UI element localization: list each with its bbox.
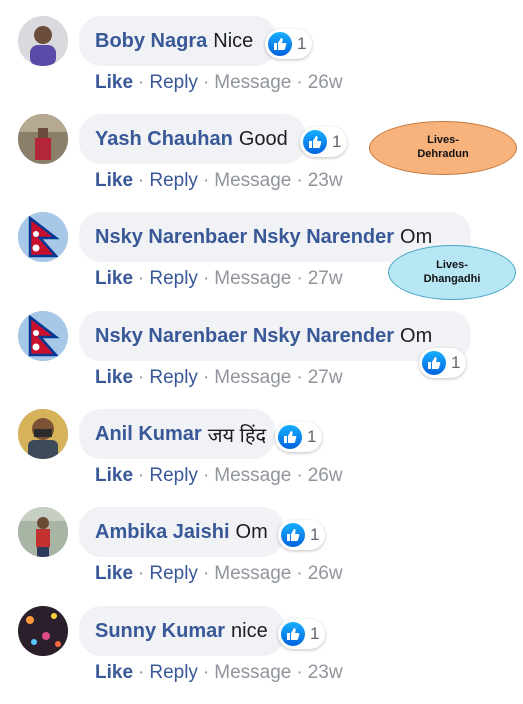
- message-link[interactable]: Message: [214, 170, 291, 191]
- thumbs-up-icon: [278, 425, 302, 449]
- comment-text: nice: [231, 619, 268, 642]
- comment-bubble: Sunny Kumar nice: [79, 606, 285, 656]
- avatar[interactable]: [18, 606, 68, 656]
- reply-link[interactable]: Reply: [149, 563, 198, 584]
- annotation-line: Dhangadhi: [423, 272, 481, 285]
- thumbs-up-icon: [422, 351, 446, 375]
- annotation-line: Lives-: [427, 134, 459, 147]
- reaction-count[interactable]: 1: [419, 348, 467, 378]
- avatar-photo: [18, 114, 68, 164]
- like-link[interactable]: Like: [95, 268, 133, 289]
- reply-link[interactable]: Reply: [149, 268, 198, 289]
- reaction-number: 1: [310, 525, 320, 544]
- comment: Nsky Narenbaer Nsky Narender Om 1 Like · R…: [0, 311, 523, 409]
- thumbs-up-icon: [268, 32, 292, 56]
- location-annotation-dehradun: Lives- Dehradun: [369, 121, 517, 175]
- reply-link[interactable]: Reply: [149, 465, 198, 486]
- timestamp[interactable]: 26w: [308, 563, 343, 584]
- nepal-flag-icon: [18, 311, 68, 361]
- reaction-count[interactable]: 1: [300, 127, 348, 157]
- annotation-line: Dehradun: [417, 148, 469, 160]
- comment-author[interactable]: Nsky Narenbaer Nsky Narender: [95, 325, 394, 348]
- message-link[interactable]: Message: [214, 367, 291, 388]
- reaction-number: 1: [307, 427, 317, 446]
- like-link[interactable]: Like: [95, 72, 133, 93]
- comment-text: Good: [238, 127, 288, 150]
- comment-text: जय हिंद: [207, 424, 267, 447]
- reaction-count[interactable]: 1: [265, 29, 313, 59]
- reaction-count[interactable]: 1: [278, 520, 326, 550]
- avatar[interactable]: [18, 507, 68, 557]
- avatar[interactable]: [18, 409, 68, 459]
- timestamp[interactable]: 23w: [308, 662, 343, 683]
- comment-bubble: Boby Nagra Nice: [79, 16, 277, 66]
- timestamp[interactable]: 26w: [308, 465, 343, 486]
- comment-bubble: Yash Chauhan Good: [79, 114, 306, 164]
- thumbs-up-icon: [281, 523, 305, 547]
- reaction-number: 1: [451, 353, 461, 372]
- reaction-number: 1: [310, 624, 320, 643]
- avatar-photo: [18, 409, 68, 459]
- comment-text: Om: [235, 520, 268, 543]
- comment-author[interactable]: Sunny Kumar: [95, 620, 225, 643]
- avatar[interactable]: [18, 16, 68, 66]
- reply-link[interactable]: Reply: [149, 662, 198, 683]
- comment-actions: Like · Reply · Message · 23w: [95, 170, 343, 191]
- reaction-count[interactable]: 1: [275, 422, 323, 452]
- thumbs-up-icon: [281, 622, 305, 646]
- message-link[interactable]: Message: [214, 268, 291, 289]
- comment-text: Om: [400, 324, 433, 347]
- comment-text: Om: [400, 225, 433, 248]
- avatar-photo: [18, 507, 68, 557]
- comment-actions: Like · Reply · Message · 26w: [95, 465, 343, 486]
- comment-actions: Like · Reply · Message · 27w: [95, 268, 343, 289]
- message-link[interactable]: Message: [214, 662, 291, 683]
- reaction-number: 1: [297, 34, 307, 53]
- annotation-line: Lives-: [436, 258, 468, 271]
- comment-text: Nice: [213, 29, 254, 52]
- avatar[interactable]: [18, 212, 68, 262]
- reply-link[interactable]: Reply: [149, 170, 198, 191]
- comment-author[interactable]: Yash Chauhan: [95, 128, 233, 151]
- like-link[interactable]: Like: [95, 465, 133, 486]
- like-link[interactable]: Like: [95, 170, 133, 191]
- location-annotation-dhangadhi: Lives- Dhangadhi: [388, 245, 516, 300]
- reaction-count[interactable]: 1: [278, 619, 326, 649]
- timestamp[interactable]: 26w: [308, 72, 343, 93]
- comment-actions: Like · Reply · Message · 27w: [95, 367, 343, 388]
- comment-bubble: Anil Kumar जय हिंद: [79, 409, 275, 459]
- reaction-number: 1: [332, 132, 342, 151]
- message-link[interactable]: Message: [214, 563, 291, 584]
- comment: Ambika Jaishi Om 1 Like · Reply · Message · 26…: [0, 507, 523, 605]
- message-link[interactable]: Message: [214, 465, 291, 486]
- nepal-flag-icon: [18, 212, 68, 262]
- avatar[interactable]: [18, 311, 68, 361]
- comment-actions: Like · Reply · Message · 26w: [95, 563, 343, 584]
- timestamp[interactable]: 27w: [308, 367, 343, 388]
- reply-link[interactable]: Reply: [149, 367, 198, 388]
- comment-author[interactable]: Nsky Narenbaer Nsky Narender: [95, 226, 394, 249]
- comment-actions: Like · Reply · Message · 26w: [95, 72, 343, 93]
- thumbs-up-icon: [303, 130, 327, 154]
- timestamp[interactable]: 27w: [308, 268, 343, 289]
- like-link[interactable]: Like: [95, 662, 133, 683]
- avatar[interactable]: [18, 114, 68, 164]
- comment: Sunny Kumar nice 1 Like · Reply · Message · 23…: [0, 606, 523, 704]
- comment-author[interactable]: Anil Kumar: [95, 423, 202, 446]
- timestamp[interactable]: 23w: [308, 170, 343, 191]
- comment-author[interactable]: Boby Nagra: [95, 30, 207, 53]
- reply-link[interactable]: Reply: [149, 72, 198, 93]
- comment: Boby Nagra Nice 1 Like · Reply · Message · 26w: [0, 16, 523, 114]
- comment-bubble: Ambika Jaishi Om: [79, 507, 284, 557]
- comment-bubble: Nsky Narenbaer Nsky Narender Om: [79, 311, 471, 361]
- avatar-photo: [18, 606, 68, 656]
- message-link[interactable]: Message: [214, 72, 291, 93]
- avatar-photo: [18, 16, 68, 66]
- comment: Anil Kumar जय हिंद 1 Like · Reply · Message ·…: [0, 409, 523, 507]
- like-link[interactable]: Like: [95, 367, 133, 388]
- like-link[interactable]: Like: [95, 563, 133, 584]
- comment-actions: Like · Reply · Message · 23w: [95, 662, 343, 683]
- comment-author[interactable]: Ambika Jaishi: [95, 521, 230, 544]
